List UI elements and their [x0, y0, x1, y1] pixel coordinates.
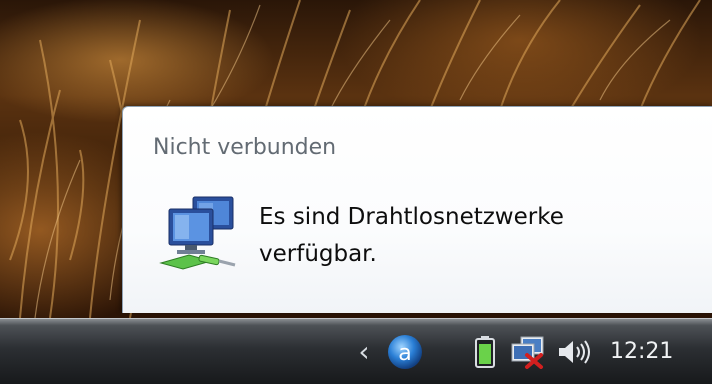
taskbar: ‹ a 12:21 — [0, 318, 712, 384]
app-a-icon[interactable]: a — [382, 319, 428, 384]
notification-balloon[interactable]: Nicht verbunden Es sind Drahtlosnetzwerk… — [122, 106, 712, 313]
volume-icon[interactable] — [552, 319, 596, 384]
balloon-title: Nicht verbunden — [153, 135, 337, 160]
balloon-message-line2: verfügbar. — [259, 241, 377, 267]
balloon-message: Es sind Drahtlosnetzwerke verfügbar. — [259, 199, 699, 273]
network-disconnected-icon[interactable] — [506, 319, 550, 384]
wireless-network-icon — [159, 191, 241, 273]
balloon-message-line1: Es sind Drahtlosnetzwerke — [259, 204, 564, 230]
chevron-left-icon[interactable]: ‹ — [350, 319, 378, 384]
taskbar-clock[interactable]: 12:21 — [610, 319, 673, 384]
app-icon-letter: a — [398, 341, 411, 366]
battery-icon[interactable] — [470, 319, 500, 384]
